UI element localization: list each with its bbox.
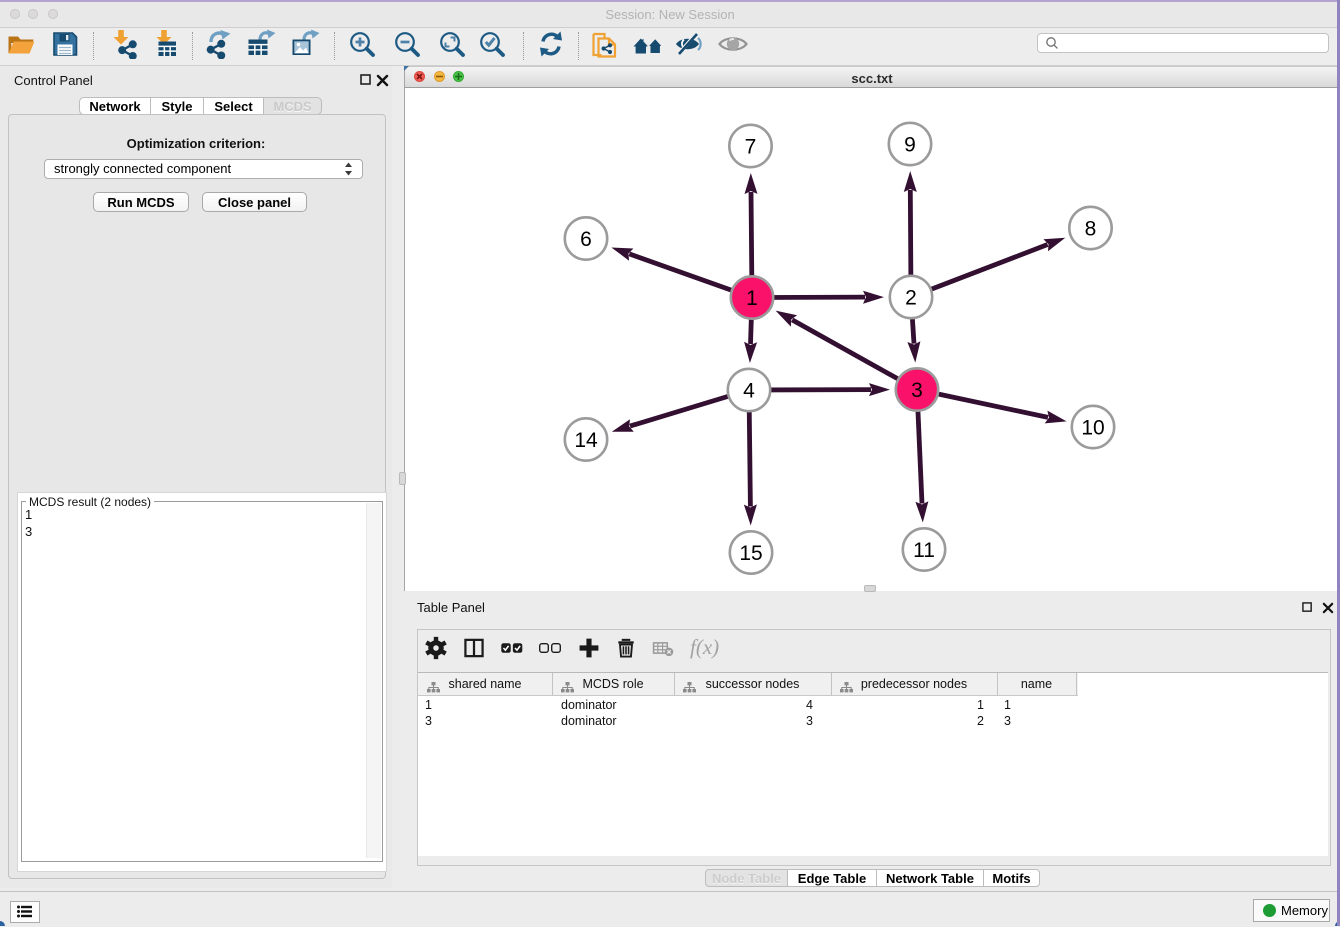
- svg-text:7: 7: [745, 136, 757, 159]
- svg-text:10: 10: [1081, 417, 1104, 440]
- svg-text:2: 2: [905, 287, 917, 310]
- svg-text:11: 11: [913, 539, 935, 562]
- svg-text:8: 8: [1085, 218, 1097, 241]
- svg-text:6: 6: [580, 228, 592, 251]
- svg-text:4: 4: [743, 380, 755, 403]
- svg-text:15: 15: [739, 542, 762, 565]
- svg-text:14: 14: [574, 429, 598, 452]
- svg-text:9: 9: [904, 134, 916, 157]
- svg-text:1: 1: [746, 287, 758, 310]
- svg-text:3: 3: [911, 379, 923, 402]
